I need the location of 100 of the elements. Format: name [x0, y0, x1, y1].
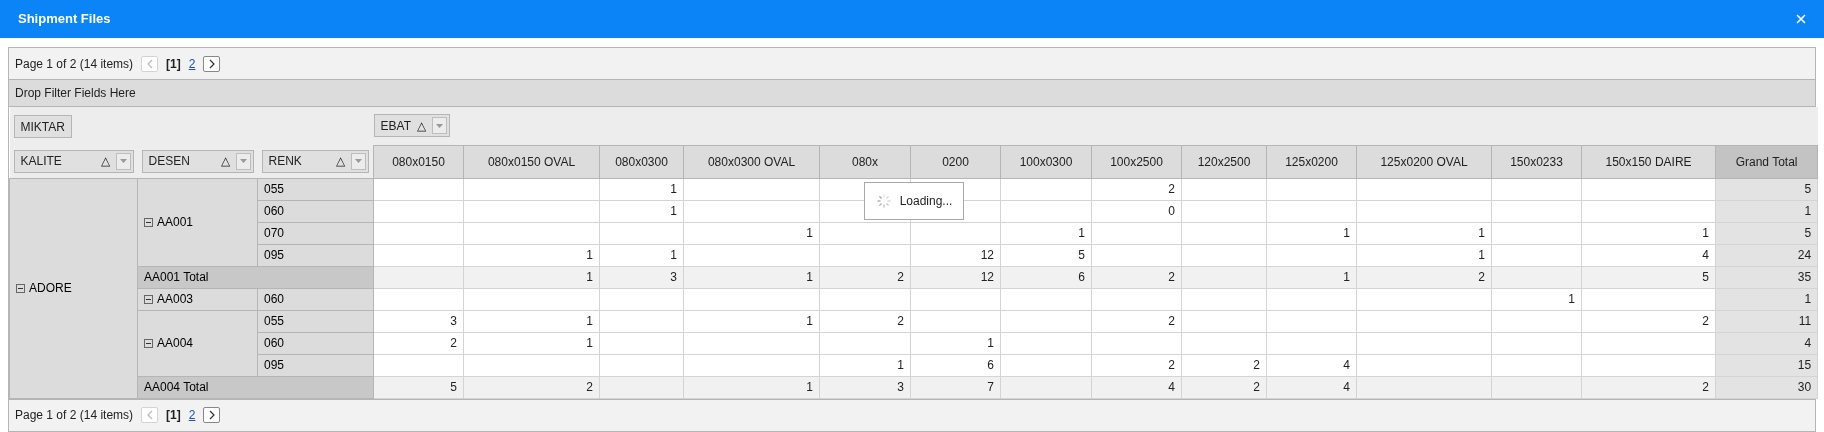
row-header-label: AA001: [157, 214, 194, 231]
value-cell: 24: [1797, 248, 1812, 262]
page-summary: Page 1 of 2 (14 items): [15, 55, 134, 73]
value-cell: 1: [1478, 226, 1486, 240]
collapse-icon[interactable]: [144, 294, 153, 304]
row-header-label: ADORE: [29, 280, 72, 297]
value-cell: 5: [1804, 182, 1812, 196]
value-cell: 1: [1343, 226, 1351, 240]
sort-indicator[interactable]: △: [220, 152, 230, 171]
column-header: 080x0150 OVAL: [487, 154, 576, 169]
chevron-left-icon: [145, 58, 154, 69]
filter-dropdown-button[interactable]: [432, 117, 447, 135]
value-cell: 1: [806, 270, 814, 284]
value-cell: 35: [1797, 270, 1812, 284]
row-header-label: 060: [264, 336, 285, 350]
current-page: [1]: [166, 55, 181, 73]
value-cell: 1: [897, 358, 905, 372]
chevron-right-icon: [207, 58, 216, 69]
value-cell: 1: [987, 336, 995, 350]
filter-dropdown-button[interactable]: [115, 152, 131, 170]
caret-down-icon: [436, 123, 443, 128]
collapse-icon[interactable]: [144, 217, 153, 227]
value-cell: 5: [1702, 270, 1710, 284]
caret-down-icon: [119, 159, 127, 164]
row-header-label: 055: [264, 182, 285, 196]
page-link[interactable]: 2: [188, 54, 196, 73]
column-header: 150x0233: [1510, 154, 1563, 169]
value-cell: 2: [897, 270, 905, 284]
value-cell: 4: [1804, 336, 1812, 350]
page-summary: Page 1 of 2 (14 items): [15, 407, 134, 424]
value-cell: 30: [1797, 380, 1812, 394]
sort-indicator[interactable]: △: [100, 152, 110, 171]
value-cell: 5: [450, 380, 458, 394]
chevron-left-icon: [145, 410, 154, 420]
value-cell: 1: [1804, 292, 1812, 306]
value-cell: 2: [586, 380, 594, 394]
subtotal-label: AA001 Total: [144, 270, 209, 284]
subtotal-label: AA004 Total: [144, 380, 209, 394]
value-cell: 12: [980, 270, 995, 284]
value-cell: 2: [1168, 358, 1176, 372]
close-icon[interactable]: [1796, 14, 1806, 24]
column-header: 125x0200 OVAL: [1380, 154, 1468, 169]
value-cell: 1: [1343, 270, 1351, 284]
value-cell: 7: [987, 380, 995, 394]
field-button[interactable]: KALITE △: [13, 149, 134, 173]
value-cell: 0: [1168, 204, 1176, 218]
value-cell: 4: [1168, 380, 1176, 394]
column-header: 150x150 DAIRE: [1605, 154, 1692, 169]
field-label: DESEN: [148, 153, 191, 171]
value-cell: 1: [586, 314, 594, 328]
field-button[interactable]: DESEN △: [141, 149, 254, 173]
sort-indicator[interactable]: △: [417, 116, 426, 135]
column-header: 0200: [942, 154, 969, 169]
value-cell: 3: [670, 270, 678, 284]
next-page-button[interactable]: [203, 55, 221, 72]
field-label: RENK: [268, 153, 303, 171]
row-header-label: AA004: [157, 335, 194, 352]
collapse-icon[interactable]: [16, 283, 25, 293]
row-header-label: 055: [264, 314, 285, 328]
loading-text: Loading...: [899, 193, 953, 210]
collapse-icon[interactable]: [144, 338, 153, 348]
value-cell: 1: [1568, 292, 1576, 306]
row-header-label: 060: [264, 204, 285, 218]
value-cell: 4: [1702, 248, 1710, 262]
row-header-label: 060: [264, 292, 285, 306]
value-cell: 1: [1078, 226, 1086, 240]
window-title: Shipment Files: [18, 10, 111, 29]
value-cell: 2: [1253, 358, 1261, 372]
field-button[interactable]: RENK △: [261, 149, 370, 173]
field-button[interactable]: MIKTAR: [13, 115, 72, 139]
value-cell: 1: [1702, 226, 1710, 240]
value-cell: 2: [1168, 270, 1176, 284]
value-cell: 4: [1343, 358, 1351, 372]
value-cell: 15: [1797, 358, 1812, 372]
column-header: 080x0300 OVAL: [707, 154, 796, 169]
value-cell: 2: [897, 314, 905, 328]
value-cell: 1: [670, 248, 678, 262]
value-cell: 1: [806, 314, 814, 328]
value-cell: 3: [450, 314, 458, 328]
filter-dropdown-button[interactable]: [351, 152, 367, 170]
caret-down-icon: [239, 159, 247, 164]
value-cell: 5: [1804, 226, 1812, 240]
column-header: Grand Total: [1735, 154, 1798, 169]
value-cell: 1: [1804, 204, 1812, 218]
value-cell: 1: [586, 270, 594, 284]
value-cell: 12: [980, 248, 995, 262]
row-header-label: 095: [264, 358, 285, 372]
column-header: 080x0150: [392, 154, 445, 169]
chevron-right-icon: [207, 410, 216, 420]
caret-down-icon: [355, 159, 363, 164]
field-button[interactable]: EBAT △: [373, 114, 450, 138]
column-header: 100x0300: [1019, 154, 1073, 169]
value-cell: 1: [670, 204, 678, 218]
filter-drop-hint: Drop Filter Fields Here: [15, 85, 136, 102]
filter-dropdown-button[interactable]: [235, 152, 251, 170]
value-cell: 1: [586, 248, 594, 262]
page-link[interactable]: 2: [188, 406, 196, 424]
sort-indicator[interactable]: △: [336, 152, 346, 171]
next-page-button[interactable]: [203, 407, 221, 423]
value-cell: 5: [1078, 248, 1086, 262]
